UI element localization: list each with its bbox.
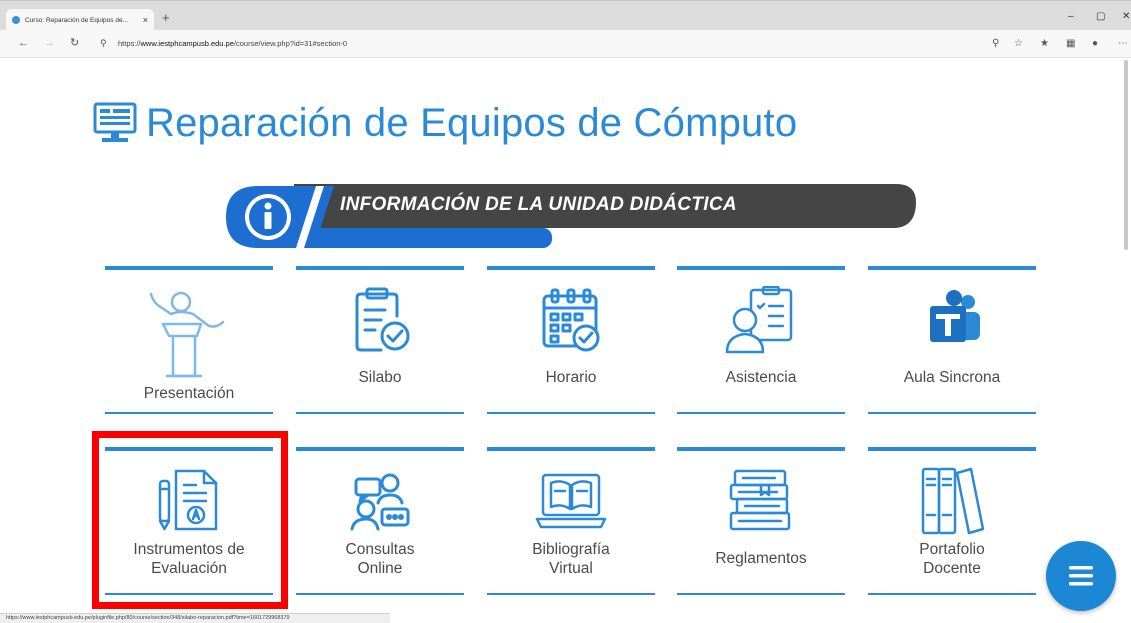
card-bottom-bar <box>487 412 655 414</box>
computer-monitor-icon <box>93 102 137 142</box>
floating-menu-button[interactable] <box>1046 541 1116 611</box>
minimize-button[interactable]: – <box>1068 11 1074 22</box>
card-bottom-bar <box>677 412 845 414</box>
card-bottom-bar <box>868 412 1036 414</box>
tab-close-icon[interactable]: × <box>143 15 148 25</box>
card-bottom-bar <box>296 593 464 595</box>
card-top-bar <box>677 447 845 451</box>
close-window-button[interactable]: ✕ <box>1122 11 1130 22</box>
card-top-bar <box>296 447 464 451</box>
teams-icon <box>930 290 980 342</box>
highlight-box <box>92 431 288 609</box>
new-tab-button[interactable]: + <box>162 11 170 25</box>
card-bottom-bar <box>105 412 273 414</box>
card-label: Consultas Online <box>345 541 415 577</box>
card-bottom-bar <box>868 593 1036 595</box>
url-host: www.iestphcampusb.edu.pe <box>140 39 234 48</box>
card-reglamentos[interactable]: Reglamentos <box>677 447 845 595</box>
favicon-icon <box>12 16 20 24</box>
card-silabo[interactable]: Silabo <box>296 266 464 414</box>
calendar-icon <box>542 288 600 352</box>
digital-book-icon <box>535 473 607 529</box>
card-portafolio-docente[interactable]: Portafolio Docente <box>868 447 1036 595</box>
scrollbar[interactable] <box>1124 60 1128 250</box>
restore-button[interactable]: ▢ <box>1096 11 1105 22</box>
card-bottom-bar <box>677 593 845 595</box>
card-top-bar <box>487 266 655 270</box>
browser-tab[interactable]: Curso: Reparación de Equipos de... × <box>6 9 154 31</box>
card-presentacion[interactable]: Presentación <box>105 266 273 414</box>
books-stack-icon <box>729 469 791 531</box>
profile-avatar-icon[interactable]: ● <box>1092 38 1098 49</box>
card-top-bar <box>868 266 1036 270</box>
card-label: Aula Sincrona <box>903 369 1001 386</box>
collections-icon[interactable]: ▦ <box>1066 38 1075 49</box>
card-top-bar <box>296 266 464 270</box>
card-bottom-bar <box>487 593 655 595</box>
syllabus-icon <box>355 287 410 352</box>
card-label: Reglamentos <box>715 550 807 567</box>
url-prefix: https:// <box>118 39 141 48</box>
card-label: Bibliografía Virtual <box>532 541 610 577</box>
favorite-star-icon[interactable]: ☆ <box>1014 38 1023 49</box>
favorites-bar-icon[interactable]: ★ <box>1040 38 1049 49</box>
more-menu-icon[interactable]: ⋯ <box>1118 38 1128 49</box>
card-top-bar <box>487 447 655 451</box>
card-bibliografia-virtual[interactable]: Bibliografía Virtual <box>487 447 655 595</box>
status-bar-link: https://www.iestphcampusb.edu.pe/pluginf… <box>0 613 390 623</box>
card-label: Portafolio Docente <box>919 541 985 577</box>
chat-users-icon <box>350 473 410 531</box>
card-label: Presentación <box>143 385 235 402</box>
page-title-text: Reparación de Equipos de Cómputo <box>146 100 798 145</box>
browser-tab-bar: Curso: Reparación de Equipos de... × + –… <box>0 0 1131 31</box>
card-top-bar <box>677 266 845 270</box>
tab-title: Curso: Reparación de Equipos de... <box>25 16 128 24</box>
card-label: Silabo <box>358 369 402 386</box>
card-consultas-online[interactable]: Consultas Online <box>296 447 464 595</box>
lock-icon: ⚲ <box>100 38 107 48</box>
card-horario[interactable]: Horario <box>487 266 655 414</box>
card-label: Asistencia <box>725 369 797 386</box>
card-label: Horario <box>545 369 597 386</box>
binders-icon <box>921 467 985 535</box>
page-title: Reparación de Equipos de Cómputo <box>92 98 797 148</box>
card-top-bar <box>105 266 273 270</box>
address-bar: ← → ↻ ⚲ https://www.iestphcampusb.edu.pe… <box>0 30 1131 58</box>
zoom-icon[interactable]: ⚲ <box>992 38 999 49</box>
url-path: /course/view.php?id=31#section-0 <box>233 39 348 48</box>
forward-arrow-icon[interactable]: → <box>44 37 55 49</box>
banner-title: INFORMACIÓN DE LA UNIDAD DIDÁCTICA <box>340 194 737 215</box>
attendance-icon <box>725 286 793 354</box>
card-asistencia[interactable]: Asistencia <box>677 266 845 414</box>
card-bottom-bar <box>296 412 464 414</box>
hamburger-menu-icon <box>1069 566 1093 586</box>
presenter-icon <box>149 291 225 378</box>
refresh-icon[interactable]: ↻ <box>70 37 79 49</box>
back-arrow-icon[interactable]: ← <box>18 37 29 49</box>
card-top-bar <box>868 447 1036 451</box>
card-aula-sincrona[interactable]: Aula Sincrona <box>868 266 1036 414</box>
url-field[interactable]: https://www.iestphcampusb.edu.pe/course/… <box>118 39 347 48</box>
